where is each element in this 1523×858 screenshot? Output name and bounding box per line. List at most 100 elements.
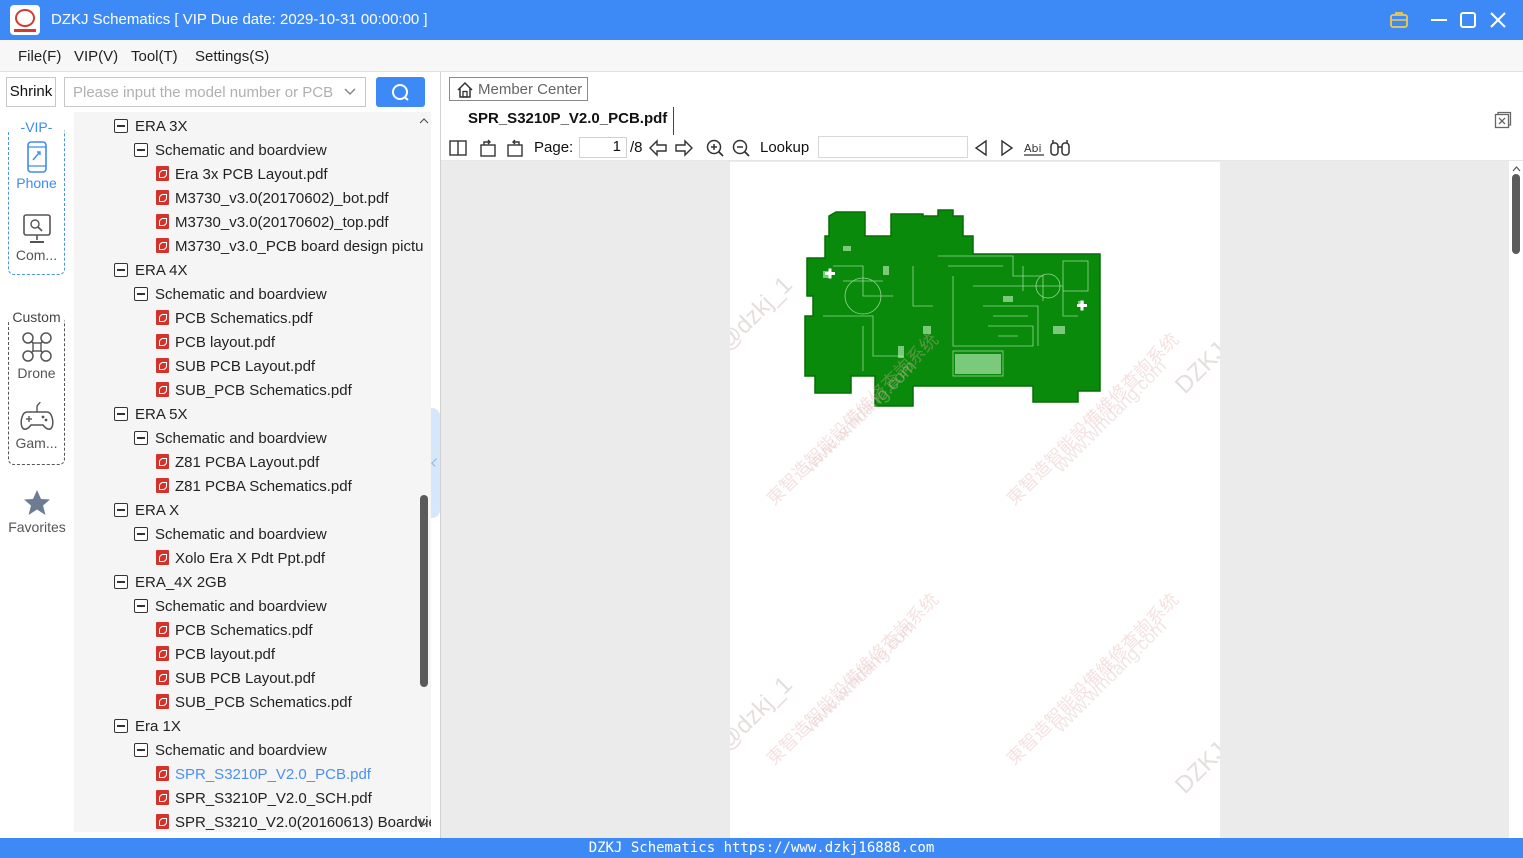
- collapse-toggle-icon[interactable]: [134, 527, 148, 541]
- shrink-button[interactable]: Shrink: [6, 77, 56, 107]
- chevron-down-icon[interactable]: [343, 85, 357, 99]
- next-page-icon[interactable]: [674, 138, 694, 158]
- tree-folder-item[interactable]: ERA X: [114, 499, 179, 523]
- nav-item-phone[interactable]: Phone: [9, 140, 64, 191]
- tree-item-label: Era 1X: [135, 718, 181, 735]
- panel-collapse-handle[interactable]: [431, 408, 440, 518]
- collapse-toggle-icon[interactable]: [134, 287, 148, 301]
- sidebar-toggle-icon[interactable]: [448, 138, 468, 158]
- minimize-icon[interactable]: [1427, 8, 1451, 32]
- tree-folder-item[interactable]: Schematic and boardview: [134, 595, 327, 619]
- document-tab-bar: SPR_S3210P_V2.0_PCB.pdf: [441, 105, 1523, 135]
- nav-label-drone: Drone: [17, 365, 56, 381]
- vip-bag-icon[interactable]: [1387, 8, 1411, 32]
- tree-file-item[interactable]: PCB Schematics.pdf: [156, 619, 313, 643]
- menu-file[interactable]: File(F): [18, 48, 61, 65]
- collapse-toggle-icon[interactable]: [114, 407, 128, 421]
- viewer-scrollbar[interactable]: [1512, 174, 1520, 254]
- collapse-toggle-icon[interactable]: [114, 719, 128, 733]
- tree-item-label: SUB_PCB Schematics.pdf: [175, 694, 352, 711]
- member-center-button[interactable]: Member Center: [449, 77, 588, 101]
- tree-file-item[interactable]: M3730_v3.0(20170602)_top.pdf: [156, 211, 389, 235]
- nav-item-drone[interactable]: Drone: [9, 330, 64, 381]
- tree-file-item[interactable]: SUB PCB Layout.pdf: [156, 667, 315, 691]
- nav-label-favorites: Favorites: [8, 519, 66, 535]
- find-next-icon[interactable]: [997, 138, 1017, 158]
- previous-page-icon[interactable]: [648, 138, 668, 158]
- scroll-up-icon[interactable]: [1512, 165, 1521, 173]
- pdf-file-icon: [156, 766, 169, 781]
- find-previous-icon[interactable]: [971, 138, 991, 158]
- tree-file-item[interactable]: SPR_S3210P_V2.0_PCB.pdf: [156, 763, 371, 787]
- zoom-out-icon[interactable]: [731, 138, 751, 158]
- tree-scrollbar[interactable]: [420, 495, 428, 687]
- page-number-input[interactable]: 1: [579, 137, 627, 158]
- collapse-toggle-icon[interactable]: [114, 119, 128, 133]
- tree-file-item[interactable]: SPR_S3210P_V2.0_SCH.pdf: [156, 787, 372, 811]
- tree-item-label: ERA 3X: [135, 118, 188, 135]
- menu-tool[interactable]: Tool(T): [131, 48, 178, 65]
- collapse-toggle-icon[interactable]: [134, 743, 148, 757]
- window-title: DZKJ Schematics [ VIP Due date: 2029-10-…: [51, 11, 428, 28]
- tree-folder-item[interactable]: ERA 3X: [114, 115, 188, 139]
- collapse-toggle-icon[interactable]: [114, 503, 128, 517]
- match-case-icon[interactable]: Abi: [1023, 138, 1045, 158]
- tree-item-label: Schematic and boardview: [155, 286, 327, 303]
- nav-item-favorites[interactable]: Favorites: [0, 488, 74, 535]
- nav-label-computer: Com...: [15, 247, 58, 263]
- tree-item-label: PCB layout.pdf: [175, 646, 276, 663]
- tree-file-item[interactable]: PCB layout.pdf: [156, 331, 275, 355]
- tree-file-item[interactable]: M3730_v3.0(20170602)_bot.pdf: [156, 187, 389, 211]
- scroll-up-icon[interactable]: [419, 116, 429, 126]
- viewer-scroll-track[interactable]: [1509, 161, 1523, 838]
- maximize-icon[interactable]: [1456, 8, 1480, 32]
- tree-item-label: PCB Schematics.pdf: [175, 310, 313, 327]
- tree-folder-item[interactable]: Era 1X: [114, 715, 181, 739]
- pdf-viewer[interactable]: DZKJ@dzkj_1 DZKJ@dzkj_1 DZKJ@dzkj_1 DZKJ…: [441, 161, 1509, 838]
- tree-file-item[interactable]: SPR_S3210_V2.0(20160613) Boardvie: [156, 811, 431, 832]
- custom-group-label: Custom: [11, 309, 62, 325]
- tree-file-item[interactable]: SUB_PCB Schematics.pdf: [156, 691, 352, 715]
- tree-file-item[interactable]: Z81 PCBA Schematics.pdf: [156, 475, 352, 499]
- collapse-toggle-icon[interactable]: [114, 263, 128, 277]
- menu-settings[interactable]: Settings(S): [195, 48, 269, 65]
- tree-folder-item[interactable]: ERA 5X: [114, 403, 188, 427]
- close-icon[interactable]: [1486, 8, 1510, 32]
- search-input[interactable]: [65, 78, 335, 106]
- member-center-label: Member Center: [478, 81, 583, 98]
- collapse-toggle-icon[interactable]: [134, 431, 148, 445]
- tree-file-item[interactable]: SUB PCB Layout.pdf: [156, 355, 315, 379]
- nav-item-computer[interactable]: Com...: [9, 212, 64, 263]
- collapse-toggle-icon[interactable]: [134, 599, 148, 613]
- tree-folder-item[interactable]: Schematic and boardview: [134, 283, 327, 307]
- tree-folder-item[interactable]: Schematic and boardview: [134, 139, 327, 163]
- collapse-toggle-icon[interactable]: [114, 575, 128, 589]
- document-tab[interactable]: SPR_S3210P_V2.0_PCB.pdf: [461, 107, 674, 135]
- tree-folder-item[interactable]: Schematic and boardview: [134, 523, 327, 547]
- search-button[interactable]: [376, 77, 425, 107]
- tree-item-label: ERA 4X: [135, 262, 188, 279]
- tree-file-item[interactable]: M3730_v3.0_PCB board design pictu: [156, 235, 424, 259]
- tree-folder-item[interactable]: Schematic and boardview: [134, 427, 327, 451]
- binoculars-icon[interactable]: [1049, 138, 1071, 158]
- tree-file-item[interactable]: PCB Schematics.pdf: [156, 307, 313, 331]
- scroll-down-icon[interactable]: [419, 818, 429, 828]
- tree-file-item[interactable]: PCB layout.pdf: [156, 643, 275, 667]
- tree-file-item[interactable]: Z81 PCBA Layout.pdf: [156, 451, 319, 475]
- tree-file-item[interactable]: Xolo Era X Pdt Ppt.pdf: [156, 547, 325, 571]
- lookup-input[interactable]: [818, 136, 968, 158]
- close-tabs-icon[interactable]: [1494, 111, 1512, 129]
- tree-folder-item[interactable]: ERA_4X 2GB: [114, 571, 227, 595]
- rotate-left-icon[interactable]: [478, 138, 498, 158]
- rotate-right-icon[interactable]: [505, 138, 525, 158]
- nav-item-gamepad[interactable]: Gam...: [9, 400, 64, 451]
- zoom-in-icon[interactable]: [705, 138, 725, 158]
- tree-file-item[interactable]: Era 3x PCB Layout.pdf: [156, 163, 328, 187]
- collapse-toggle-icon[interactable]: [134, 143, 148, 157]
- tree-folder-item[interactable]: ERA 4X: [114, 259, 188, 283]
- page-label: Page:: [534, 139, 574, 156]
- menu-vip[interactable]: VIP(V): [74, 48, 118, 65]
- tree-file-item[interactable]: SUB_PCB Schematics.pdf: [156, 379, 352, 403]
- star-icon: [24, 490, 50, 515]
- tree-folder-item[interactable]: Schematic and boardview: [134, 739, 327, 763]
